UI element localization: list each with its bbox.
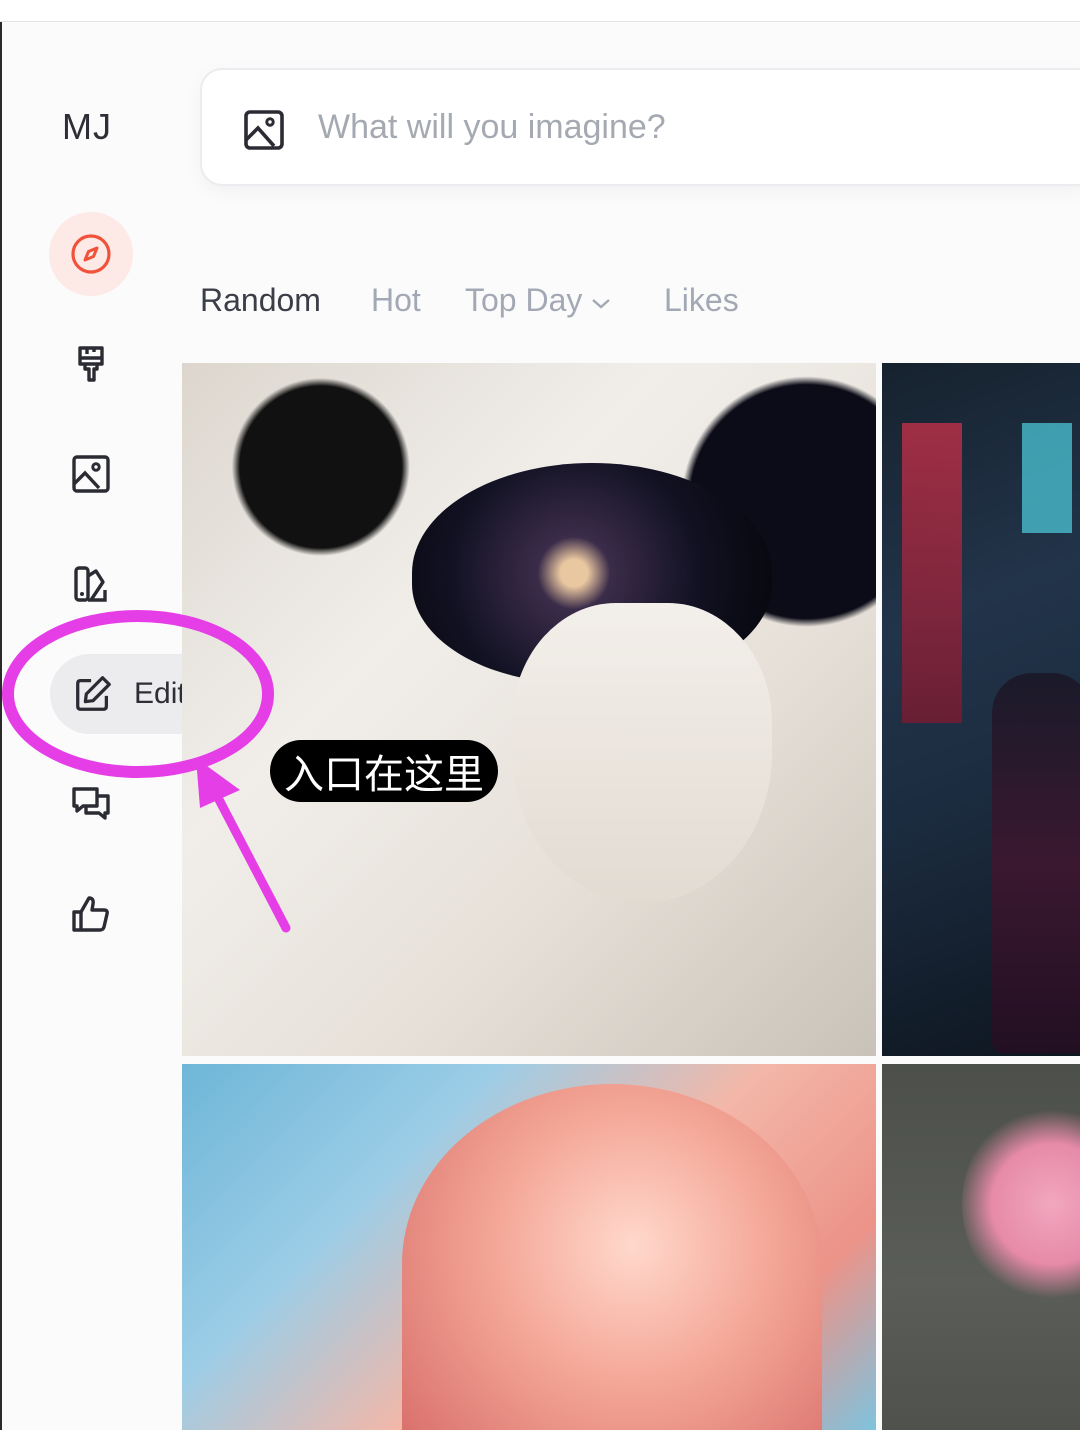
sidebar-item-personalize[interactable] [49,542,133,626]
pink-feathers [962,1104,1080,1304]
tab-random[interactable]: Random [200,282,321,319]
search-bar[interactable]: What will you imagine? [200,68,1080,186]
image-icon [72,455,110,493]
search-input[interactable]: What will you imagine? [318,108,666,147]
sidebar-item-likes[interactable] [49,872,133,956]
neon-sign [1022,423,1072,533]
gallery-image[interactable] [882,1064,1080,1430]
edit-icon [76,676,111,711]
sidebar-item-organize[interactable] [49,432,133,516]
helmet-face [512,603,772,903]
sidebar-item-explore[interactable] [49,212,133,296]
gallery-image[interactable] [182,363,876,1056]
tab-hot[interactable]: Hot [371,282,421,319]
sidebar-item-label: Edit [134,677,186,710]
sidebar-item-create[interactable] [49,322,133,406]
gallery-image[interactable] [882,363,1080,1056]
image-icon[interactable] [242,108,286,152]
swatch-icon [74,566,107,602]
underwater-face [402,1084,822,1430]
paintbrush-icon [78,346,104,382]
gallery-image[interactable] [182,1064,876,1430]
window-edge [0,22,2,1430]
chevron-down-icon [592,298,611,309]
neon-light [902,423,962,723]
tab-top-day[interactable]: Top Day [465,282,612,319]
figure-silhouette [992,673,1080,1053]
sidebar-item-chat[interactable] [49,762,133,846]
top-bar [0,0,1080,22]
annotation-callout: 入口在这里 [270,740,498,802]
tab-label: Top Day [465,282,583,318]
thumbs-up-icon [72,896,109,932]
tab-likes[interactable]: Likes [664,282,739,319]
compass-icon [71,234,111,274]
chat-icon [72,787,110,820]
brand-logo[interactable]: MJ [62,106,112,148]
